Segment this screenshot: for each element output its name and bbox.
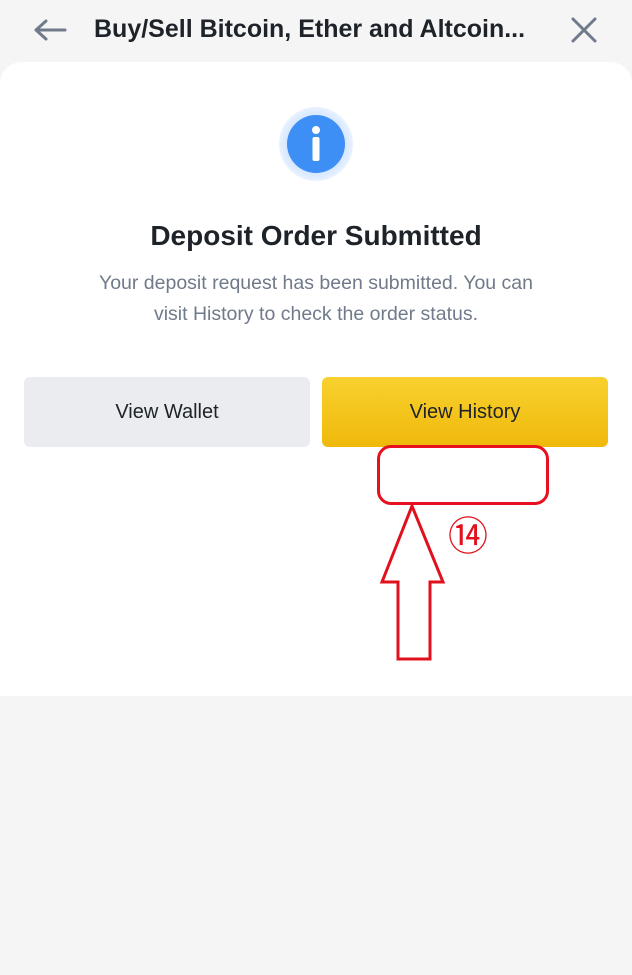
close-icon xyxy=(571,17,597,43)
info-icon xyxy=(279,107,353,181)
dialog-heading: Deposit Order Submitted xyxy=(150,220,482,251)
top-bar: Buy/Sell Bitcoin, Ether and Altcoin... xyxy=(0,0,632,62)
page-title: Buy/Sell Bitcoin, Ether and Altcoin... xyxy=(94,15,526,43)
view-wallet-button[interactable]: View Wallet xyxy=(24,377,310,447)
close-button[interactable] xyxy=(564,10,604,50)
annotation-highlight xyxy=(377,445,549,505)
back-button[interactable] xyxy=(30,12,70,48)
arrow-left-icon xyxy=(34,19,67,41)
view-history-button[interactable]: View History xyxy=(322,377,608,447)
bottom-area xyxy=(0,696,632,975)
dialog-description: Your deposit request has been submitted.… xyxy=(98,272,534,325)
annotation-step-number: ⑭ xyxy=(448,514,488,560)
annotation-arrow-icon xyxy=(379,502,446,661)
result-card: Deposit Order Submitted Your deposit req… xyxy=(0,62,632,696)
